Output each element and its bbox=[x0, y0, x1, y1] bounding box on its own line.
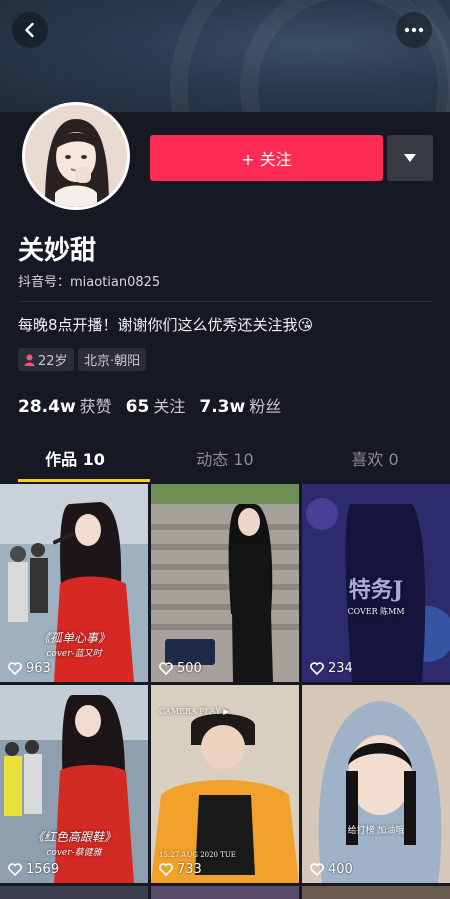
follow-button[interactable]: + 关注 bbox=[150, 135, 383, 181]
heart-icon bbox=[310, 863, 324, 876]
stat-followers-count: 7.3w bbox=[199, 397, 246, 417]
video-cover-image bbox=[302, 685, 450, 883]
age-text: 22岁 bbox=[38, 354, 68, 369]
stat-likes[interactable]: 28.4w 获赞 bbox=[18, 393, 112, 417]
triangle-down-icon bbox=[404, 154, 416, 162]
heart-icon bbox=[8, 863, 22, 876]
tab-liked[interactable]: 喜欢 0 bbox=[300, 442, 450, 482]
stat-following-count: 65 bbox=[125, 397, 150, 417]
profile-bio: 每晚8点开播！谢谢你们这么优秀还关注我😘 bbox=[18, 316, 314, 334]
video-subcaption: COVER 陈MM bbox=[347, 607, 405, 616]
video-thumbnail[interactable]: 《孤单心事》 cover-蓝又时 963 bbox=[0, 484, 148, 682]
video-likes-count: 1569 bbox=[26, 862, 60, 877]
recommend-dropdown-button[interactable] bbox=[387, 135, 433, 181]
profile-name: 关妙甜 bbox=[18, 236, 97, 266]
video-likes-count: 963 bbox=[26, 661, 51, 676]
more-menu-button[interactable] bbox=[396, 12, 432, 48]
more-horizontal-icon bbox=[404, 27, 424, 33]
video-caption: 《孤单心事》 bbox=[37, 631, 110, 645]
video-likes: 500 bbox=[159, 661, 202, 676]
tab-works[interactable]: 作品 10 bbox=[0, 442, 150, 482]
stat-following-label: 关注 bbox=[153, 397, 186, 416]
video-subcaption: 15:27 AUG 2020 TUE bbox=[159, 851, 236, 859]
video-cover-image bbox=[151, 484, 299, 682]
stat-following[interactable]: 65 关注 bbox=[126, 393, 186, 417]
video-likes-count: 400 bbox=[328, 862, 353, 877]
video-likes-count: 234 bbox=[328, 661, 353, 676]
avatar[interactable] bbox=[22, 102, 130, 210]
profile-cover bbox=[0, 0, 450, 112]
heart-icon bbox=[310, 662, 324, 675]
video-thumbnail[interactable] bbox=[302, 886, 450, 899]
location-text: 北京·朝阳 bbox=[84, 354, 141, 369]
video-caption: CAMERA PLAY ▶ bbox=[159, 707, 230, 716]
stat-likes-label: 获赞 bbox=[79, 397, 112, 416]
video-caption: 《红色高跟鞋》 bbox=[31, 830, 116, 844]
douyin-id: 抖音号：miaotian0825 bbox=[18, 275, 161, 290]
location-tag: 北京·朝阳 bbox=[78, 348, 147, 371]
video-thumbnail[interactable]: 给打榜 加油哦 400 bbox=[302, 685, 450, 883]
video-likes: 400 bbox=[310, 862, 353, 877]
profile-tabs: 作品 10 动态 10 喜欢 0 bbox=[0, 442, 450, 482]
video-likes: 1569 bbox=[8, 862, 59, 877]
back-button[interactable] bbox=[12, 12, 48, 48]
video-likes: 733 bbox=[159, 862, 202, 877]
video-likes-count: 733 bbox=[177, 862, 202, 877]
chevron-left-icon bbox=[25, 22, 34, 38]
video-likes: 963 bbox=[8, 661, 51, 676]
divider bbox=[18, 301, 432, 302]
heart-icon bbox=[159, 662, 173, 675]
video-thumbnail[interactable]: 《红色高跟鞋》 cover-蔡健雅 1569 bbox=[0, 685, 148, 883]
stat-followers[interactable]: 7.3w 粉丝 bbox=[199, 393, 281, 417]
video-likes: 234 bbox=[310, 661, 353, 676]
video-thumbnail[interactable]: CAMERA PLAY ▶ 15:27 AUG 2020 TUE 733 bbox=[151, 685, 299, 883]
heart-icon bbox=[159, 863, 173, 876]
video-thumbnail[interactable]: 500 bbox=[151, 484, 299, 682]
video-subcaption: cover-蓝又时 bbox=[46, 649, 102, 659]
age-tag: 22岁 bbox=[18, 348, 74, 371]
video-caption: 特务J bbox=[348, 577, 404, 603]
heart-icon bbox=[8, 662, 22, 675]
video-thumbnail[interactable] bbox=[151, 886, 299, 899]
tab-moments[interactable]: 动态 10 bbox=[150, 442, 300, 482]
video-subcaption: cover-蔡健雅 bbox=[46, 848, 102, 858]
stat-followers-label: 粉丝 bbox=[249, 397, 282, 416]
profile-stats: 28.4w 获赞 65 关注 7.3w 粉丝 bbox=[18, 393, 281, 417]
video-thumbnail[interactable] bbox=[0, 886, 148, 899]
video-likes-count: 500 bbox=[177, 661, 202, 676]
video-subcaption: 给打榜 加油哦 bbox=[347, 826, 405, 836]
avatar-portrait bbox=[25, 105, 127, 207]
stat-likes-count: 28.4w bbox=[18, 397, 76, 417]
female-user-icon bbox=[24, 354, 35, 366]
video-thumbnail[interactable]: 特务J COVER 陈MM 234 bbox=[302, 484, 450, 682]
